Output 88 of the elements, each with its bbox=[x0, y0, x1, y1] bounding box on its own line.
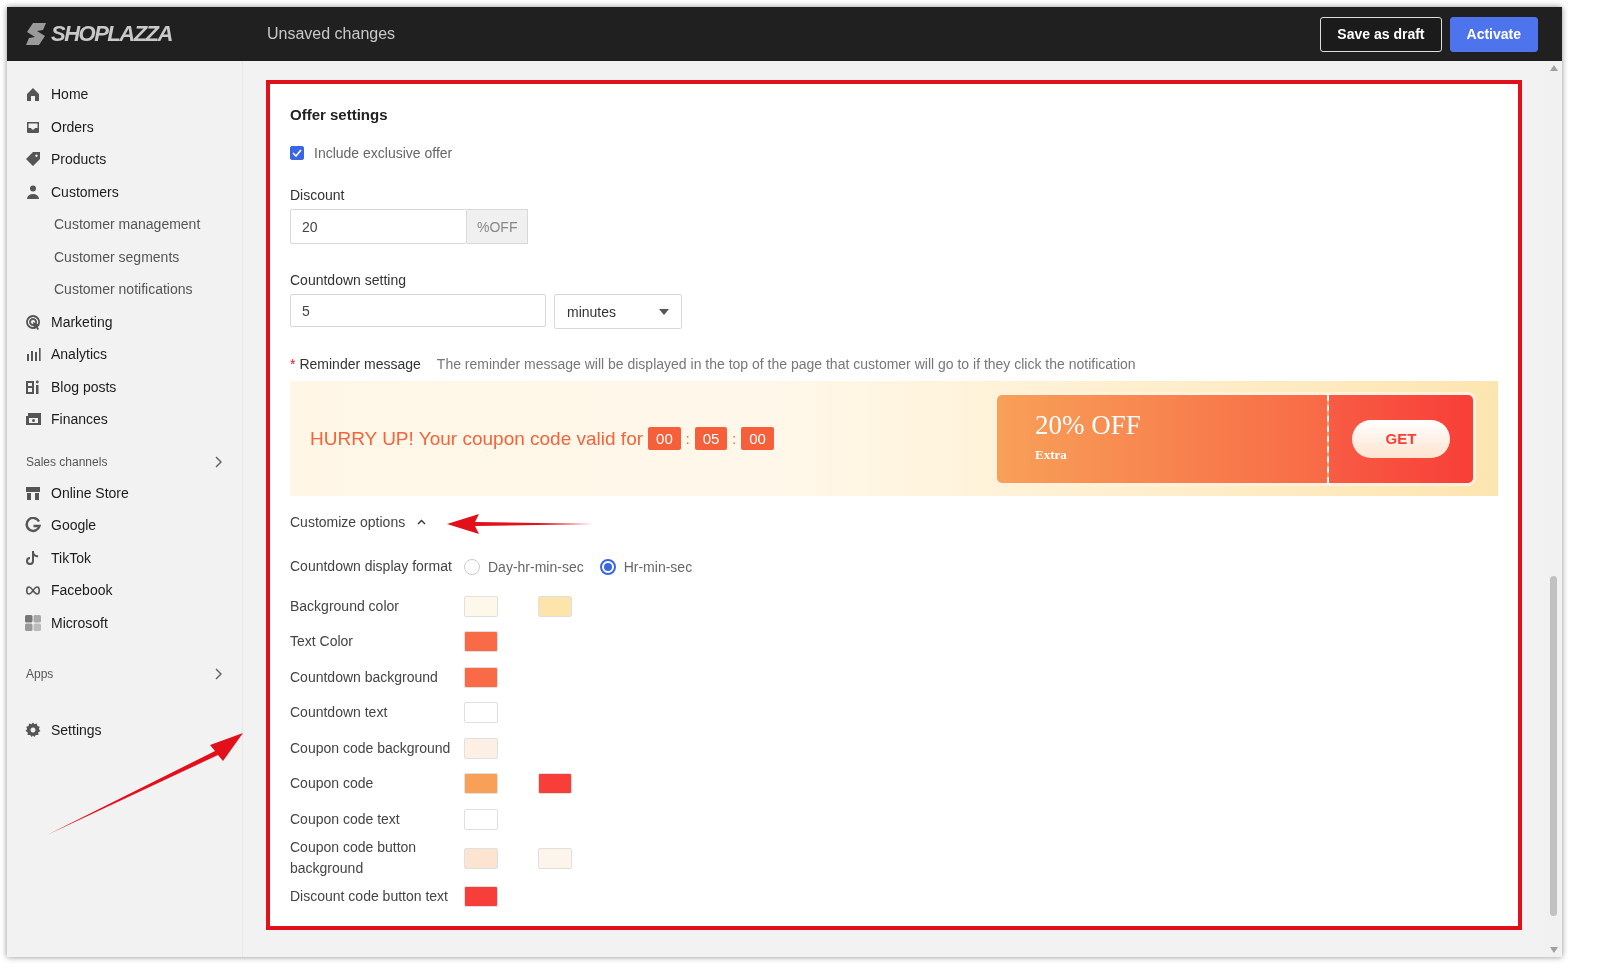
unit-suffix: %OFF bbox=[467, 209, 529, 244]
scrollbar-thumb[interactable] bbox=[1550, 576, 1557, 916]
checkbox-label: Include exclusive offer bbox=[314, 145, 453, 161]
timer-digit: 00 bbox=[741, 427, 774, 450]
sidebar-item[interactable]: Blog posts bbox=[7, 370, 242, 403]
option-label: Discount code button text bbox=[290, 887, 449, 907]
sidebar-item[interactable]: Products bbox=[7, 143, 242, 176]
hint-text: The reminder message will be displayed in the top of the page that customer will go to if they click the notification bbox=[436, 356, 1136, 372]
letter-g-icon bbox=[25, 517, 41, 534]
chevron-right-icon[interactable] bbox=[214, 455, 222, 468]
section-heading: Sales channels bbox=[26, 454, 108, 469]
scrollbar[interactable] bbox=[1545, 61, 1562, 957]
sidebar-item[interactable]: Home bbox=[7, 78, 242, 111]
scroll-up-icon[interactable] bbox=[1549, 65, 1558, 71]
scroll-down-icon[interactable] bbox=[1549, 947, 1558, 953]
section-heading: Apps bbox=[26, 667, 54, 681]
chevron-right-icon[interactable] bbox=[214, 668, 222, 680]
timer-digit: 00 bbox=[648, 427, 681, 450]
note-icon bbox=[25, 549, 41, 566]
option-label: Countdown text bbox=[290, 703, 389, 723]
sidebar-item[interactable]: TikTok bbox=[7, 541, 242, 574]
sidebar-item[interactable]: Facebook bbox=[7, 574, 242, 607]
option-label: Countdown background bbox=[290, 667, 439, 687]
bar-chart-icon bbox=[25, 346, 41, 363]
sidebar-item[interactable]: Marketing bbox=[7, 305, 242, 338]
coupon-title: 20% OFF bbox=[1035, 409, 1142, 441]
tag-icon bbox=[25, 151, 41, 168]
unit-dropdown[interactable]: minutes bbox=[554, 294, 682, 329]
logo-icon bbox=[25, 22, 47, 46]
document-icon bbox=[25, 378, 41, 395]
field-label: Countdown setting bbox=[290, 272, 407, 288]
color-swatch[interactable] bbox=[538, 773, 572, 795]
cursor-icon bbox=[25, 313, 41, 330]
sidebar-subitem[interactable]: Customer management bbox=[7, 208, 242, 241]
option-label: Text Color bbox=[290, 632, 355, 652]
save-draft-button[interactable]: Save as draft bbox=[1320, 16, 1442, 52]
color-swatch[interactable] bbox=[538, 847, 572, 869]
sidebar-item[interactable]: Google bbox=[7, 509, 242, 542]
option-label: Coupon code button background bbox=[290, 838, 418, 878]
sidebar-item[interactable]: Analytics bbox=[7, 338, 242, 371]
color-swatch[interactable] bbox=[538, 595, 572, 617]
option-label: Coupon code text bbox=[290, 809, 401, 829]
banner-text: HURRY UP! Your coupon code valid for bbox=[310, 427, 644, 450]
option-label: Countdown display format bbox=[290, 557, 453, 577]
sidebar-item[interactable]: Settings bbox=[7, 714, 242, 747]
field-label: * Reminder message bbox=[290, 356, 421, 372]
timer-digit: 05 bbox=[694, 427, 728, 450]
store-icon bbox=[25, 484, 41, 501]
sidebar-subitem[interactable]: Customer segments bbox=[7, 240, 242, 273]
checkbox[interactable] bbox=[290, 146, 304, 160]
dropdown-caret-icon bbox=[659, 308, 669, 315]
option-label: Coupon code background bbox=[290, 738, 452, 758]
option-label: Coupon code bbox=[290, 774, 375, 794]
sidebar-item[interactable]: Finances bbox=[7, 403, 242, 436]
sidebar-item[interactable]: Online Store bbox=[7, 476, 242, 509]
sidebar-item[interactable]: Customers bbox=[7, 175, 242, 208]
field-label: Discount bbox=[290, 187, 346, 203]
radio-option[interactable]: Day-hr-min-sec bbox=[464, 558, 584, 575]
color-swatch[interactable] bbox=[464, 631, 498, 653]
color-swatch[interactable] bbox=[464, 847, 498, 869]
wallet-icon bbox=[25, 411, 41, 428]
countdown-field[interactable]: 5 bbox=[290, 294, 546, 327]
window-tiles-icon bbox=[25, 614, 41, 631]
timer-colon: : bbox=[685, 430, 690, 447]
home-icon bbox=[25, 86, 41, 103]
gear-icon bbox=[25, 722, 41, 739]
customize-toggle[interactable]: Customize options bbox=[290, 514, 1498, 530]
activate-button[interactable]: Activate bbox=[1449, 16, 1538, 52]
status-text: Unsaved changes bbox=[267, 25, 397, 43]
section-title: Offer settings bbox=[290, 106, 389, 123]
radio-option[interactable]: Hr-min-sec bbox=[599, 558, 693, 575]
person-icon bbox=[25, 183, 41, 200]
sidebar-subitem[interactable]: Customer notifications bbox=[7, 273, 242, 306]
color-swatch[interactable] bbox=[464, 666, 498, 688]
timer-colon: : bbox=[732, 430, 737, 447]
color-swatch[interactable] bbox=[464, 737, 498, 759]
sidebar-item[interactable]: Orders bbox=[7, 110, 242, 143]
option-label: Background color bbox=[290, 596, 400, 616]
radio-button[interactable] bbox=[599, 558, 616, 575]
sidebar-item[interactable]: Microsoft bbox=[7, 606, 242, 639]
color-swatch[interactable] bbox=[464, 773, 498, 795]
coupon-subtitle: Extra bbox=[1035, 446, 1068, 463]
color-swatch[interactable] bbox=[464, 595, 498, 617]
logo-text: SHOPLAZZA bbox=[51, 21, 172, 47]
color-swatch[interactable] bbox=[464, 886, 498, 908]
discount-field[interactable]: 20 bbox=[290, 209, 467, 244]
color-swatch[interactable] bbox=[464, 702, 498, 724]
color-swatch[interactable] bbox=[464, 808, 498, 830]
